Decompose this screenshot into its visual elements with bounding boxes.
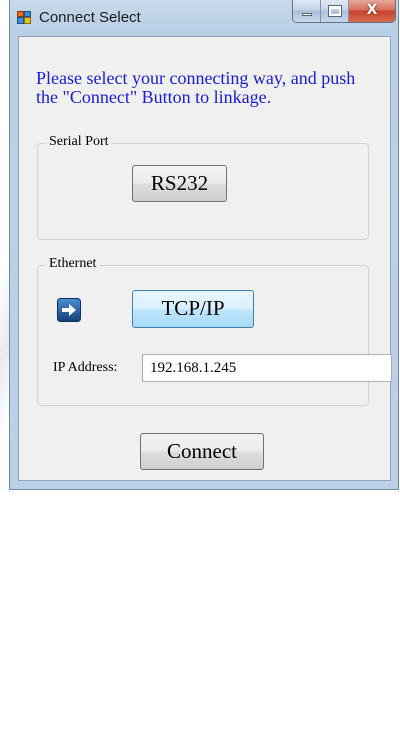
ethernet-group: Ethernet TCP/IP IP Address: 192.168.1.24… <box>37 256 392 406</box>
ip-address-input[interactable]: 192.168.1.245 <box>142 354 392 382</box>
minimize-button[interactable] <box>293 0 321 22</box>
rs232-button[interactable]: RS232 <box>132 165 227 202</box>
right-arrow-icon <box>57 298 81 322</box>
maximize-icon <box>328 5 342 17</box>
serial-port-group-label: Serial Port <box>46 134 112 150</box>
tcp-ip-button[interactable]: TCP/IP <box>132 290 254 328</box>
serial-port-group: Serial Port RS232 <box>37 134 369 240</box>
maximize-button[interactable] <box>321 0 349 22</box>
instruction-text: Please select your connecting way, and p… <box>36 68 356 107</box>
connect-button[interactable]: Connect <box>140 433 264 470</box>
app-window-icon <box>17 11 31 24</box>
ethernet-group-label: Ethernet <box>46 256 100 272</box>
close-icon: X <box>366 2 378 18</box>
window-title: Connect Select <box>39 9 141 26</box>
dialog-client-area: Please select your connecting way, and p… <box>18 36 392 481</box>
minimize-icon <box>302 13 312 16</box>
window-controls: X <box>292 0 396 23</box>
connect-select-window: Connect Select X Please select your conn… <box>9 0 399 490</box>
title-bar[interactable]: Connect Select X <box>10 0 398 36</box>
ip-address-label: IP Address: <box>53 360 118 375</box>
close-button[interactable]: X <box>349 0 395 22</box>
